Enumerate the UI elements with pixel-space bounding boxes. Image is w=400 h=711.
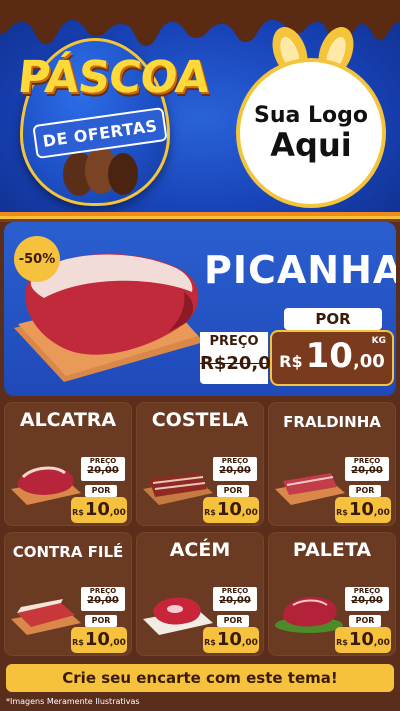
currency: R$ bbox=[279, 352, 303, 371]
new-price-cents: ,00 bbox=[352, 351, 385, 372]
old-price: 20,00 bbox=[87, 595, 119, 606]
product-name: ALCATRA bbox=[19, 409, 117, 431]
featured-price-block: PREÇO R$20,00 POR R$ 10 ,00 KG bbox=[200, 308, 394, 390]
new-price-int: 10 bbox=[216, 629, 242, 650]
old-price: 20,00 bbox=[87, 465, 119, 476]
currency: R$ bbox=[72, 508, 84, 517]
featured-product-card[interactable]: -50% PICANHA PREÇO R$20,00 POR R$ 10 ,00… bbox=[4, 222, 396, 396]
product-name: FRALDINHA bbox=[283, 413, 381, 431]
cta-button[interactable]: Crie seu encarte com este tema! bbox=[6, 664, 394, 692]
new-price-int: 10 bbox=[84, 629, 110, 650]
old-price-box: PREÇO 20,00 bbox=[81, 457, 125, 481]
preco-label: PREÇO bbox=[221, 457, 249, 465]
product-tile[interactable]: ALCATRA PREÇO 20,00 POR R$ 10 ,00 bbox=[4, 402, 132, 526]
header-divider bbox=[0, 212, 400, 222]
old-price-box: PREÇO 20,00 bbox=[345, 457, 389, 481]
logo-placeholder[interactable]: Sua Logo Aqui bbox=[236, 58, 386, 208]
preco-label: PREÇO bbox=[89, 587, 117, 595]
new-price-cents: ,00 bbox=[373, 508, 390, 518]
currency: R$ bbox=[72, 638, 84, 647]
por-label: POR bbox=[217, 615, 249, 627]
disclaimer-text: *Imagens Meramente Ilustrativas bbox=[6, 697, 140, 706]
old-price-box: PREÇO 20,00 bbox=[81, 587, 125, 611]
new-price-cents: ,00 bbox=[109, 508, 126, 518]
new-price-box: R$ 10 ,00 bbox=[71, 497, 127, 523]
header-banner: PÁSCOA DE OFERTAS Sua Logo Aqui bbox=[0, 0, 400, 215]
new-price-box: R$ 10 ,00 bbox=[71, 627, 127, 653]
product-tile[interactable]: FRALDINHA PREÇO 20,00 POR R$ 10 ,00 bbox=[268, 402, 396, 526]
featured-product-name: PICANHA bbox=[204, 248, 396, 292]
unit-label: KG bbox=[371, 336, 386, 346]
logo-text-line2: Aqui bbox=[270, 125, 352, 164]
page-title: PÁSCOA bbox=[15, 52, 212, 103]
product-tile[interactable]: ACÉM PREÇO 20,00 POR R$ 10 ,00 bbox=[136, 532, 264, 656]
old-price-box: PREÇO 20,00 bbox=[345, 587, 389, 611]
logo-text-line1: Sua Logo bbox=[253, 102, 368, 128]
product-name: CONTRA FILÉ bbox=[12, 543, 124, 561]
new-price-cents: ,00 bbox=[109, 638, 126, 648]
product-name: COSTELA bbox=[151, 409, 249, 431]
old-price: R$20,00 bbox=[200, 353, 284, 374]
new-price-box: R$ 10 ,00 bbox=[335, 497, 391, 523]
preco-label: PREÇO bbox=[353, 457, 381, 465]
old-price-box: PREÇO 20,00 bbox=[213, 587, 257, 611]
new-price-int: 10 bbox=[216, 499, 242, 520]
product-tile[interactable]: CONTRA FILÉ PREÇO 20,00 POR R$ 10 ,00 bbox=[4, 532, 132, 656]
currency: R$ bbox=[204, 638, 216, 647]
old-price-box: PREÇO 20,00 bbox=[213, 457, 257, 481]
por-label: POR bbox=[85, 615, 117, 627]
new-price-int: 10 bbox=[348, 499, 374, 520]
currency: R$ bbox=[336, 638, 348, 647]
old-price-box: PREÇO R$20,00 bbox=[200, 332, 284, 384]
new-price-cents: ,00 bbox=[241, 508, 258, 518]
product-tile[interactable]: PALETA PREÇO 20,00 POR R$ 10 ,00 bbox=[268, 532, 396, 656]
new-price-box: R$ 10 ,00 bbox=[335, 627, 391, 653]
product-tile[interactable]: COSTELA PREÇO 20,00 POR R$ 10 ,00 bbox=[136, 402, 264, 526]
product-name: PALETA bbox=[292, 539, 372, 561]
new-price-box: R$ 10 ,00 bbox=[203, 497, 259, 523]
new-price-box: R$ 10 ,00 KG bbox=[270, 330, 394, 386]
new-price-int: 10 bbox=[305, 336, 353, 376]
preco-label: PREÇO bbox=[353, 587, 381, 595]
new-price-box: R$ 10 ,00 bbox=[203, 627, 259, 653]
old-price: 20,00 bbox=[219, 595, 251, 606]
discount-badge: -50% bbox=[14, 236, 60, 282]
por-label: POR bbox=[217, 485, 249, 497]
old-price: 20,00 bbox=[351, 465, 383, 476]
currency: R$ bbox=[204, 508, 216, 517]
old-price: 20,00 bbox=[219, 465, 251, 476]
new-price-cents: ,00 bbox=[241, 638, 258, 648]
product-name: ACÉM bbox=[169, 539, 231, 561]
por-label: POR bbox=[284, 308, 382, 330]
new-price-int: 10 bbox=[84, 499, 110, 520]
por-label: POR bbox=[349, 615, 381, 627]
preco-label: PREÇO bbox=[200, 332, 268, 349]
new-price-int: 10 bbox=[348, 629, 374, 650]
por-label: POR bbox=[349, 485, 381, 497]
preco-label: PREÇO bbox=[221, 587, 249, 595]
por-label: POR bbox=[85, 485, 117, 497]
currency: R$ bbox=[336, 508, 348, 517]
old-price: 20,00 bbox=[351, 595, 383, 606]
new-price-cents: ,00 bbox=[373, 638, 390, 648]
preco-label: PREÇO bbox=[89, 457, 117, 465]
